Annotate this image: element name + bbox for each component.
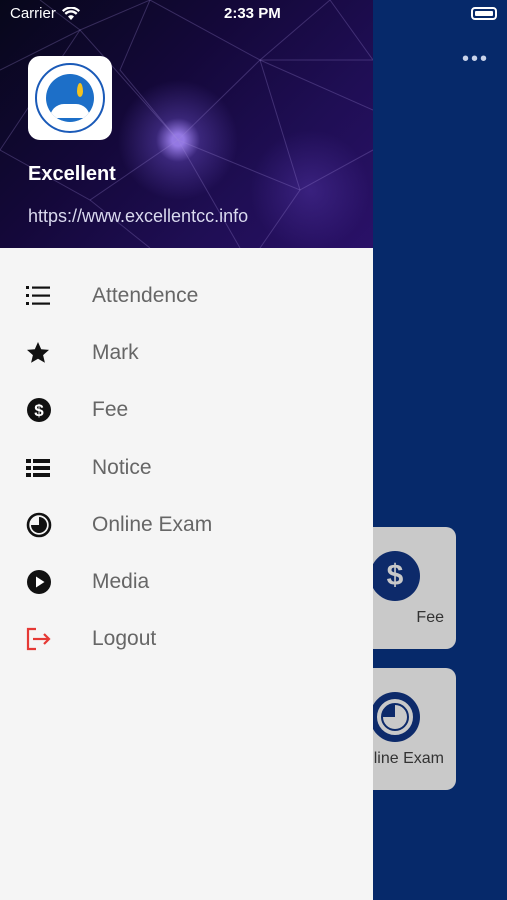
menu-label-notice: Notice (92, 455, 152, 479)
carrier-indicator: Carrier (10, 5, 80, 22)
star-icon (0, 341, 92, 365)
list-icon (0, 458, 92, 478)
ellipsis-icon[interactable]: ••• (462, 48, 489, 71)
dollar-circle-icon: $ (370, 551, 420, 601)
menu-label-mark: Mark (92, 340, 139, 364)
svg-text:$: $ (34, 401, 44, 420)
menu-item-notice[interactable]: Notice (0, 439, 373, 496)
menu-label-logout: Logout (92, 627, 157, 651)
drawer-menu: Attendence Mark $ Fee Notice Online Exam (0, 267, 373, 668)
carrier-label: Carrier (10, 5, 56, 22)
app-logo (28, 56, 112, 140)
menu-item-attendence[interactable]: Attendence (0, 267, 373, 324)
menu-item-logout[interactable]: Logout (0, 611, 373, 668)
menu-label-attendence: Attendence (92, 283, 199, 307)
menu-label-fee: Fee (92, 398, 129, 422)
dollar-circle-icon: $ (0, 397, 92, 423)
menu-item-mark[interactable]: Mark (0, 324, 373, 381)
wifi-icon (61, 6, 80, 20)
battery-icon (471, 7, 497, 20)
drawer-header: Excellent https://www.excellentcc.info (0, 0, 373, 248)
list-numbered-icon (0, 285, 92, 307)
play-circle-icon (0, 569, 92, 595)
menu-label-media: Media (92, 570, 150, 594)
logout-icon (0, 627, 92, 651)
drawer-title: Excellent (28, 163, 116, 185)
navigation-drawer: Excellent https://www.excellentcc.info A… (0, 0, 373, 900)
menu-item-fee[interactable]: $ Fee (0, 382, 373, 439)
menu-item-online-exam[interactable]: Online Exam (0, 496, 373, 553)
timer-icon (0, 512, 92, 538)
drawer-url[interactable]: https://www.excellentcc.info (28, 206, 248, 227)
menu-label-online-exam: Online Exam (92, 512, 213, 536)
status-bar: Carrier 2:33 PM (0, 0, 507, 28)
clock-circle-icon (370, 692, 420, 742)
menu-item-media[interactable]: Media (0, 553, 373, 610)
status-time: 2:33 PM (224, 5, 281, 22)
